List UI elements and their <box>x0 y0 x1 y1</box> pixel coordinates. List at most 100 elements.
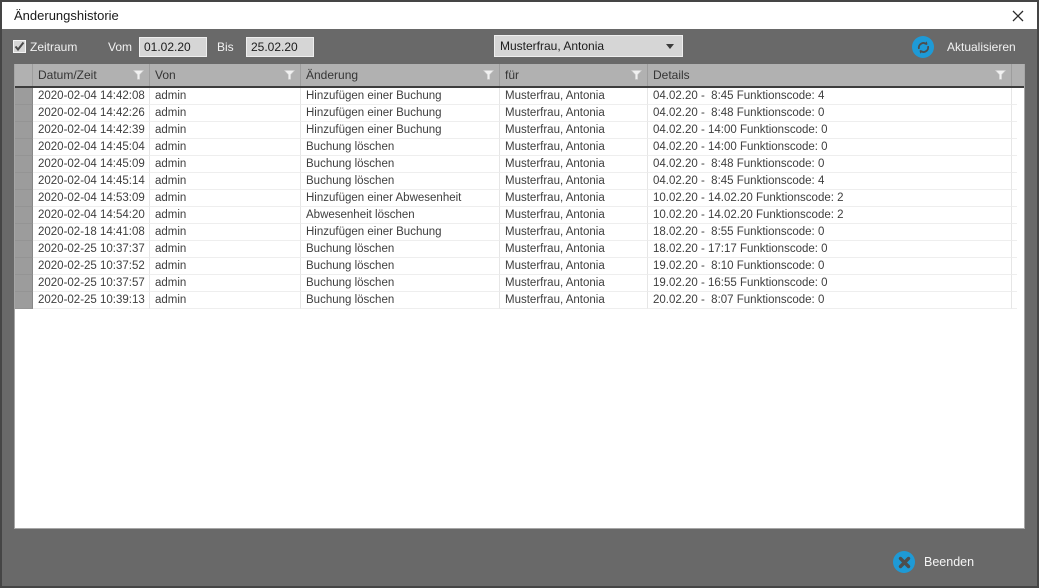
table-cell: 18.02.20 - 17:17 Funktionscode: 0 <box>648 241 1012 258</box>
beenden-button[interactable]: Beenden <box>893 551 974 573</box>
table-cell: Buchung löschen <box>301 156 500 173</box>
row-header[interactable] <box>15 122 33 139</box>
column-label: Datum/Zeit <box>38 68 97 82</box>
zeitraum-checkbox[interactable] <box>13 40 26 53</box>
row-header[interactable] <box>15 292 33 309</box>
table-cell: 2020-02-25 10:37:57 <box>33 275 150 292</box>
row-filler <box>1012 139 1017 156</box>
header-corner <box>15 64 33 86</box>
row-filler <box>1012 173 1017 190</box>
table-row[interactable]: 2020-02-04 14:45:09adminBuchung löschenM… <box>15 156 1024 173</box>
bis-date-input[interactable] <box>246 37 314 57</box>
refresh-label: Aktualisieren <box>947 40 1016 54</box>
filter-icon[interactable] <box>483 70 494 80</box>
table-cell: 2020-02-04 14:42:26 <box>33 105 150 122</box>
row-header[interactable] <box>15 241 33 258</box>
column-header-3[interactable]: für <box>500 64 648 86</box>
history-table: Datum/Zeit Von Änderung für Details 2020-02-… <box>14 64 1025 529</box>
table-cell: Musterfrau, Antonia <box>500 139 648 156</box>
vom-date-input[interactable] <box>139 37 207 57</box>
table-cell: 04.02.20 - 8:45 Funktionscode: 4 <box>648 173 1012 190</box>
column-label: Von <box>155 68 176 82</box>
table-cell: admin <box>150 190 301 207</box>
table-cell: admin <box>150 88 301 105</box>
filter-icon[interactable] <box>284 70 295 80</box>
table-cell: admin <box>150 258 301 275</box>
table-cell: 2020-02-18 14:41:08 <box>33 224 150 241</box>
row-header[interactable] <box>15 258 33 275</box>
table-cell: Musterfrau, Antonia <box>500 207 648 224</box>
table-cell: admin <box>150 122 301 139</box>
table-cell: Buchung löschen <box>301 292 500 309</box>
refresh-button[interactable] <box>912 36 934 58</box>
row-header[interactable] <box>15 156 33 173</box>
checkmark-icon <box>14 41 25 52</box>
table-cell: 20.02.20 - 8:07 Funktionscode: 0 <box>648 292 1012 309</box>
column-header-1[interactable]: Von <box>150 64 301 86</box>
close-x-icon <box>893 551 915 573</box>
table-cell: admin <box>150 275 301 292</box>
table-row[interactable]: 2020-02-04 14:42:08adminHinzufügen einer… <box>15 88 1024 105</box>
person-dropdown[interactable]: Musterfrau, Antonia <box>494 35 683 57</box>
filter-icon[interactable] <box>133 70 144 80</box>
table-cell: 2020-02-04 14:45:04 <box>33 139 150 156</box>
title-bar: Änderungshistorie <box>2 2 1037 29</box>
table-cell: Hinzufügen einer Abwesenheit <box>301 190 500 207</box>
table-cell: Buchung löschen <box>301 139 500 156</box>
table-row[interactable]: 2020-02-04 14:54:20adminAbwesenheit lösc… <box>15 207 1024 224</box>
row-header[interactable] <box>15 88 33 105</box>
column-label: Details <box>653 68 690 82</box>
zeitraum-label: Zeitraum <box>30 40 77 54</box>
table-cell: Musterfrau, Antonia <box>500 156 648 173</box>
column-header-2[interactable]: Änderung <box>301 64 500 86</box>
row-filler <box>1012 241 1017 258</box>
row-header[interactable] <box>15 105 33 122</box>
table-row[interactable]: 2020-02-04 14:45:14adminBuchung löschenM… <box>15 173 1024 190</box>
table-cell: admin <box>150 173 301 190</box>
column-header-4[interactable]: Details <box>648 64 1012 86</box>
row-filler <box>1012 122 1017 139</box>
header-filler <box>1012 64 1024 86</box>
table-cell: 2020-02-25 10:37:37 <box>33 241 150 258</box>
table-cell: 2020-02-04 14:45:14 <box>33 173 150 190</box>
row-header[interactable] <box>15 224 33 241</box>
close-icon[interactable] <box>1007 7 1029 25</box>
table-cell: Abwesenheit löschen <box>301 207 500 224</box>
row-header[interactable] <box>15 173 33 190</box>
row-header[interactable] <box>15 275 33 292</box>
filter-icon[interactable] <box>631 70 642 80</box>
column-label: Änderung <box>306 68 358 82</box>
table-cell: Musterfrau, Antonia <box>500 173 648 190</box>
table-row[interactable]: 2020-02-25 10:37:52adminBuchung löschenM… <box>15 258 1024 275</box>
table-cell: 04.02.20 - 8:48 Funktionscode: 0 <box>648 105 1012 122</box>
window-title: Änderungshistorie <box>14 8 119 23</box>
row-filler <box>1012 190 1017 207</box>
table-cell: Musterfrau, Antonia <box>500 190 648 207</box>
table-row[interactable]: 2020-02-04 14:42:26adminHinzufügen einer… <box>15 105 1024 122</box>
row-header[interactable] <box>15 190 33 207</box>
row-filler <box>1012 105 1017 122</box>
column-header-0[interactable]: Datum/Zeit <box>33 64 150 86</box>
table-cell: 10.02.20 - 14.02.20 Funktionscode: 2 <box>648 190 1012 207</box>
table-row[interactable]: 2020-02-25 10:39:13adminBuchung löschenM… <box>15 292 1024 309</box>
table-cell: 18.02.20 - 8:55 Funktionscode: 0 <box>648 224 1012 241</box>
chevron-down-icon <box>666 44 674 49</box>
table-row[interactable]: 2020-02-04 14:45:04adminBuchung löschenM… <box>15 139 1024 156</box>
table-row[interactable]: 2020-02-25 10:37:57adminBuchung löschenM… <box>15 275 1024 292</box>
table-row[interactable]: 2020-02-25 10:37:37adminBuchung löschenM… <box>15 241 1024 258</box>
table-cell: Musterfrau, Antonia <box>500 105 648 122</box>
table-cell: 2020-02-04 14:53:09 <box>33 190 150 207</box>
table-row[interactable]: 2020-02-04 14:53:09adminHinzufügen einer… <box>15 190 1024 207</box>
table-cell: 2020-02-25 10:39:13 <box>33 292 150 309</box>
table-cell: admin <box>150 105 301 122</box>
filter-icon[interactable] <box>995 70 1006 80</box>
table-cell: admin <box>150 241 301 258</box>
table-row[interactable]: 2020-02-18 14:41:08adminHinzufügen einer… <box>15 224 1024 241</box>
table-row[interactable]: 2020-02-04 14:42:39adminHinzufügen einer… <box>15 122 1024 139</box>
table-cell: admin <box>150 139 301 156</box>
beenden-label: Beenden <box>924 555 974 569</box>
row-header[interactable] <box>15 139 33 156</box>
row-filler <box>1012 156 1017 173</box>
row-header[interactable] <box>15 207 33 224</box>
sync-icon <box>916 40 931 55</box>
